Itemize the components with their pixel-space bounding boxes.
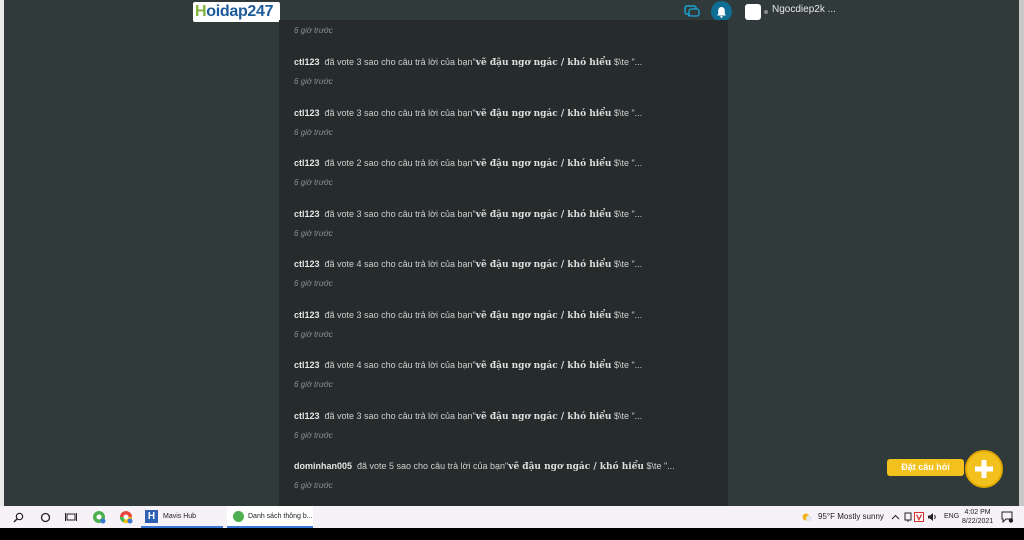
notification-question[interactable]: vẽ đậu ngơ ngác / khó hiểu: [476, 412, 612, 422]
username-label[interactable]: Ngocdiep2k ...: [772, 4, 836, 15]
notification-user[interactable]: ctl123: [294, 259, 320, 269]
notification-question-suffix: $\te "...: [611, 360, 643, 370]
task-view-icon[interactable]: [63, 509, 79, 525]
notification-item[interactable]: ctl123 đã vote 4 sao cho câu trả lời của …: [294, 360, 642, 389]
notification-action: đã vote 3 sao cho câu trả lời của bạn": [324, 410, 476, 421]
chrome-profile-icon[interactable]: [91, 509, 107, 525]
notification-list: 6 giờ trước ctl123 đã vote 3 sao cho câu t…: [279, 20, 728, 506]
chrome-icon[interactable]: [118, 509, 134, 525]
notification-item[interactable]: ctl123 đã vote 3 sao cho câu trả lời của …: [294, 310, 642, 339]
notification-question[interactable]: vẽ đậu ngơ ngác / khó hiểu: [476, 210, 612, 220]
notification-item[interactable]: ctl123 đã vote 4 sao cho câu trả lời của …: [294, 259, 642, 288]
mavis-hub-icon: H: [145, 509, 158, 523]
notification-question[interactable]: vẽ đậu ngơ ngác / khó hiểu: [476, 260, 612, 270]
notification-item[interactable]: ctl123 đã vote 3 sao cho câu trả lời của …: [294, 108, 642, 137]
notification-time: 6 giờ trước: [294, 279, 333, 288]
notification-user[interactable]: ctl123: [294, 360, 320, 370]
weather-status[interactable]: 95°F Mostly sunny: [818, 512, 884, 521]
notification-user[interactable]: ctl123: [294, 209, 320, 219]
messages-icon[interactable]: [682, 3, 702, 21]
notification-question[interactable]: vẽ đậu ngơ ngác / khó hiểu: [476, 159, 612, 169]
notification-action: đã vote 2 sao cho câu trả lời của bạn": [324, 158, 476, 168]
notification-action: đã vote 3 sao cho câu trả lời của bạn": [324, 57, 476, 67]
notification-question-suffix: $\te "...: [611, 57, 643, 67]
taskbar-app-chrome-notifications[interactable]: Danh sách thông b...: [227, 506, 313, 528]
notification-item[interactable]: ctl123 đã vote 2 sao cho câu trả lời của …: [294, 158, 642, 187]
chrome-tab-icon: [233, 510, 244, 522]
notification-time: 6 giờ trước: [294, 329, 333, 339]
notification-question[interactable]: vẽ đậu ngơ ngác / khó hiểu: [476, 311, 612, 321]
notification-user[interactable]: ctl123: [294, 411, 320, 421]
cortana-icon[interactable]: [37, 509, 53, 525]
notification-question[interactable]: vẽ đậu ngơ ngác / khó hiểu: [476, 109, 612, 119]
notification-question-suffix: $\te "...: [611, 208, 643, 219]
browser-viewport: Hoidap247 Ngocdiep2k ... 6 giờ trước ctl1…: [4, 0, 1019, 506]
notification-user[interactable]: dominhan005: [294, 461, 352, 471]
action-center-icon[interactable]: [999, 509, 1015, 525]
notification-action: đã vote 3 sao cho câu trả lời của bạn": [324, 208, 476, 219]
notification-action: đã vote 3 sao cho câu trả lời của bạn": [324, 107, 476, 118]
notification-time: 6 giờ trước: [294, 430, 333, 440]
notification-item[interactable]: dominhan005 đã vote 5 sao cho câu trả lời…: [294, 461, 675, 490]
ask-question-label[interactable]: Đặt câu hỏi: [887, 459, 964, 476]
notification-question[interactable]: vẽ đậu ngơ ngác / khó hiểu: [508, 462, 644, 472]
notification-question-suffix: $\te "...: [643, 461, 675, 471]
notification-question[interactable]: vẽ đậu ngơ ngác / khó hiểu: [476, 58, 612, 68]
system-clock[interactable]: 4:02 PM 8/22/2021: [962, 508, 993, 526]
plus-icon: [975, 460, 993, 478]
notification-action: đã vote 5 sao cho câu trả lời của bạn": [357, 461, 509, 471]
notification-item[interactable]: ctl123 đã vote 3 sao cho câu trả lời của …: [294, 411, 642, 440]
notification-time: 6 giờ trước: [294, 127, 333, 137]
notification-question-suffix: $\te "...: [611, 107, 643, 118]
notification-time: 6 giờ trước: [294, 228, 333, 238]
volume-icon[interactable]: [924, 509, 940, 525]
site-logo[interactable]: Hoidap247: [193, 2, 280, 22]
notification-item[interactable]: ctl123 đã vote 3 sao cho câu trả lời của …: [294, 57, 642, 86]
online-status-icon: [764, 10, 768, 14]
search-icon[interactable]: [10, 509, 26, 525]
window-scrollbar[interactable]: [1019, 0, 1024, 506]
notification-question-suffix: $\te "...: [611, 309, 643, 320]
notification-question[interactable]: vẽ đậu ngơ ngác / khó hiểu: [476, 361, 612, 371]
notification-action: đã vote 3 sao cho câu trả lời của bạn": [324, 309, 476, 320]
notification-question-suffix: $\te "...: [611, 259, 643, 269]
notification-user[interactable]: ctl123: [294, 108, 320, 118]
notification-time: 6 giờ trước: [294, 380, 333, 389]
weather-sunny-icon[interactable]: [799, 509, 815, 525]
notification-time: 6 giờ trước: [294, 77, 333, 86]
input-language[interactable]: ENG: [944, 513, 959, 520]
avatar[interactable]: [745, 4, 761, 20]
notification-question-suffix: $\te "...: [611, 410, 643, 421]
ask-question-button[interactable]: [965, 450, 1003, 488]
notification-time: 6 giờ trước: [294, 26, 333, 35]
screen-bezel: [0, 528, 1024, 540]
notification-time: 6 giờ trước: [294, 481, 333, 490]
notification-question-suffix: $\te "...: [611, 158, 643, 168]
notification-user[interactable]: ctl123: [294, 158, 320, 168]
notification-user[interactable]: ctl123: [294, 310, 320, 320]
windows-taskbar: H Mavis Hub Danh sách thông b... 95°F Mo…: [0, 506, 1024, 528]
notification-bell-icon[interactable]: [711, 1, 732, 22]
notification-action: đã vote 4 sao cho câu trả lời của bạn": [324, 259, 476, 269]
notification-item[interactable]: ctl123 đã vote 3 sao cho câu trả lời của …: [294, 209, 642, 238]
notification-action: đã vote 4 sao cho câu trả lời của bạn": [324, 360, 476, 370]
window-left-edge: [0, 0, 4, 506]
notification-user[interactable]: ctl123: [294, 57, 320, 67]
taskbar-app-mavis-hub[interactable]: H Mavis Hub: [141, 506, 223, 528]
notification-time: 6 giờ trước: [294, 178, 333, 187]
